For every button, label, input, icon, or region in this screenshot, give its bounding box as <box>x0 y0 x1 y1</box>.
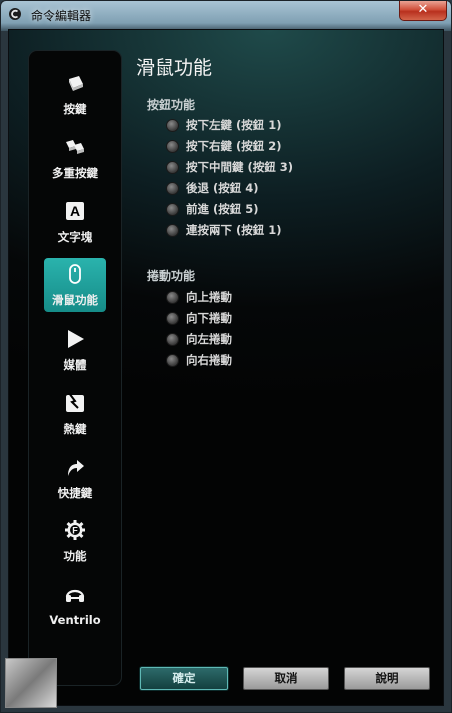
command-editor-window: 命令編輯器 ✕ 按鍵 多重按鍵 A 文字塊 滑鼠功能 媒體 熱鍵 快捷鍵 F 功… <box>0 0 452 713</box>
sidebar-item-label: 滑鼠功能 <box>52 293 98 307</box>
key-icon <box>69 76 83 91</box>
radio-label: 向下捲動 <box>186 311 232 325</box>
sidebar-item-multi-key[interactable]: 多重按鍵 <box>44 131 106 185</box>
help-button[interactable]: 說明 <box>344 667 430 690</box>
radio-label: 按下右鍵 (按鈕 2) <box>186 139 282 153</box>
radio-label: 向右捲動 <box>186 353 232 367</box>
radio-button[interactable] <box>166 161 179 174</box>
radio-button[interactable] <box>166 354 179 367</box>
sidebar-item-label: 媒體 <box>63 358 87 372</box>
radio-button[interactable] <box>166 312 179 325</box>
radio-button[interactable] <box>166 203 179 216</box>
sidebar-item-text-block[interactable]: A 文字塊 <box>44 195 106 249</box>
close-button[interactable]: ✕ <box>399 1 447 21</box>
sidebar-item-label: 熱鍵 <box>63 422 87 436</box>
sidebar: 按鍵 多重按鍵 A 文字塊 滑鼠功能 媒體 熱鍵 快捷鍵 F 功能 Ventri… <box>29 51 121 685</box>
svg-text:A: A <box>70 203 80 219</box>
radio-label: 前進 (按鈕 5) <box>186 202 259 216</box>
scroll-functions-heading: 捲動功能 <box>147 269 196 283</box>
page-title: 滑鼠功能 <box>136 57 213 79</box>
sidebar-item-mouse[interactable]: 滑鼠功能 <box>44 258 106 312</box>
device-thumbnail-image <box>5 658 57 708</box>
radio-label: 連按兩下 (按鈕 1) <box>186 223 282 237</box>
button-functions-heading: 按鈕功能 <box>147 98 196 112</box>
sidebar-item-hotkey[interactable]: 熱鍵 <box>44 387 106 441</box>
sidebar-item-label: 按鍵 <box>63 102 87 116</box>
radio-label: 按下左鍵 (按鈕 1) <box>186 118 282 132</box>
multi-key-icon <box>66 140 84 154</box>
sidebar-item-media[interactable]: 媒體 <box>44 323 106 377</box>
sidebar-item-label: Ventrilo <box>49 613 101 627</box>
play-icon <box>68 330 84 348</box>
radio-button[interactable] <box>166 333 179 346</box>
function-gear-icon: F <box>65 520 85 540</box>
radio-label: 後退 (按鈕 4) <box>186 181 259 195</box>
sidebar-item-shortcut[interactable]: 快捷鍵 <box>44 451 106 505</box>
sidebar-item-key[interactable]: 按鍵 <box>44 67 106 121</box>
window-title: 命令編輯器 <box>31 9 92 23</box>
sidebar-item-function[interactable]: F 功能 <box>44 514 106 568</box>
sidebar-item-label: 快捷鍵 <box>57 486 93 500</box>
radio-button[interactable] <box>166 224 179 237</box>
hotkey-icon <box>66 393 84 412</box>
title-bar[interactable]: 命令編輯器 ✕ <box>1 1 451 29</box>
radio-button[interactable] <box>166 140 179 153</box>
cancel-button[interactable]: 取消 <box>243 667 329 690</box>
radio-label: 按下中間鍵 (按鈕 3) <box>186 160 294 174</box>
svg-text:F: F <box>72 526 78 536</box>
sidebar-item-ventrilo[interactable]: Ventrilo <box>44 579 106 633</box>
headset-icon <box>65 589 85 602</box>
radio-label: 向左捲動 <box>186 332 232 346</box>
sidebar-item-label: 多重按鍵 <box>52 166 98 180</box>
sidebar-item-label: 文字塊 <box>57 230 93 244</box>
ok-button[interactable]: 確定 <box>140 667 228 690</box>
radio-button[interactable] <box>166 119 179 132</box>
radio-button[interactable] <box>166 182 179 195</box>
sidebar-item-label: 功能 <box>63 549 87 563</box>
shortcut-arrow-icon <box>68 460 84 476</box>
text-block-icon: A <box>66 202 84 220</box>
mouse-icon <box>69 264 81 284</box>
radio-label: 向上捲動 <box>186 290 232 304</box>
radio-button[interactable] <box>166 291 179 304</box>
logitech-logo-icon <box>9 8 21 20</box>
